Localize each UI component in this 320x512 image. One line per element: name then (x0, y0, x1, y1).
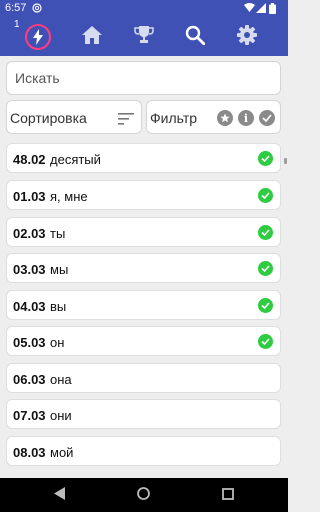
trophy-icon (134, 25, 154, 49)
list-item[interactable]: 06.03 она (6, 363, 281, 393)
learned-check-icon (258, 151, 273, 166)
word-text: мой (50, 445, 74, 460)
lightning-icon (25, 24, 51, 50)
search-field[interactable] (6, 61, 281, 95)
toolbar-badge: 1 (14, 19, 20, 30)
filter-panel: Фильтр i (146, 100, 281, 134)
app-toolbar: 1 (0, 18, 288, 56)
word-code: 05.03 (13, 335, 46, 350)
list-item[interactable]: 03.03 мы (6, 253, 281, 283)
info-filter-icon[interactable]: i (238, 110, 254, 126)
back-button[interactable] (54, 487, 66, 505)
list-item[interactable]: 08.03 мой (6, 436, 281, 466)
word-text: мы (50, 262, 69, 277)
word-text: он (50, 335, 65, 350)
word-text: она (50, 372, 72, 387)
word-code: 02.03 (13, 226, 46, 241)
word-code: 03.03 (13, 262, 46, 277)
word-text: я, мне (50, 189, 88, 204)
word-code: 04.03 (13, 299, 46, 314)
tab-home[interactable] (75, 20, 109, 54)
recents-button[interactable] (222, 487, 234, 505)
sort-label: Сортировка (10, 110, 87, 126)
learned-check-icon (258, 298, 273, 313)
home-icon (82, 25, 102, 49)
learned-check-icon (258, 188, 273, 203)
word-text: они (50, 408, 72, 423)
gear-icon (237, 24, 257, 50)
word-code: 06.03 (13, 372, 46, 387)
word-code: 01.03 (13, 189, 46, 204)
list-item[interactable]: 07.03 они (6, 399, 281, 429)
battery-icon (269, 3, 276, 17)
tab-settings[interactable] (230, 20, 264, 54)
search-icon (185, 25, 206, 50)
at-notification-icon (32, 3, 42, 13)
tab-lightning[interactable] (21, 20, 55, 54)
list-item[interactable]: 01.03 я, мне (6, 180, 281, 210)
word-text: вы (50, 299, 67, 314)
star-filter-icon[interactable] (217, 110, 233, 126)
list-item[interactable]: 02.03 ты (6, 217, 281, 247)
sort-icon (118, 112, 134, 130)
home-button[interactable] (137, 487, 150, 505)
search-input[interactable] (7, 62, 280, 94)
word-text: ты (50, 226, 66, 241)
system-nav-bar (0, 478, 288, 512)
list-item[interactable]: 04.03 вы (6, 290, 281, 320)
list-item[interactable]: 05.03 он (6, 326, 281, 356)
word-text: десятый (50, 152, 101, 167)
word-code: 08.03 (13, 445, 46, 460)
tab-trophy[interactable] (127, 20, 161, 54)
status-bar: 6:57 (0, 0, 288, 18)
wifi-icon (244, 3, 255, 16)
learned-check-icon (258, 225, 273, 240)
sort-button[interactable]: Сортировка (6, 100, 142, 134)
word-code: 48.02 (13, 152, 46, 167)
check-filter-icon[interactable] (259, 110, 275, 126)
learned-check-icon (258, 261, 273, 276)
filter-label: Фильтр (150, 110, 198, 126)
word-code: 07.03 (13, 408, 46, 423)
learned-check-icon (258, 334, 273, 349)
status-time: 6:57 (5, 2, 27, 14)
scrollbar-thumb[interactable] (284, 158, 287, 164)
tab-search[interactable] (178, 20, 212, 54)
list-item[interactable]: 48.02 десятый (6, 143, 281, 173)
signal-icon (256, 3, 266, 16)
